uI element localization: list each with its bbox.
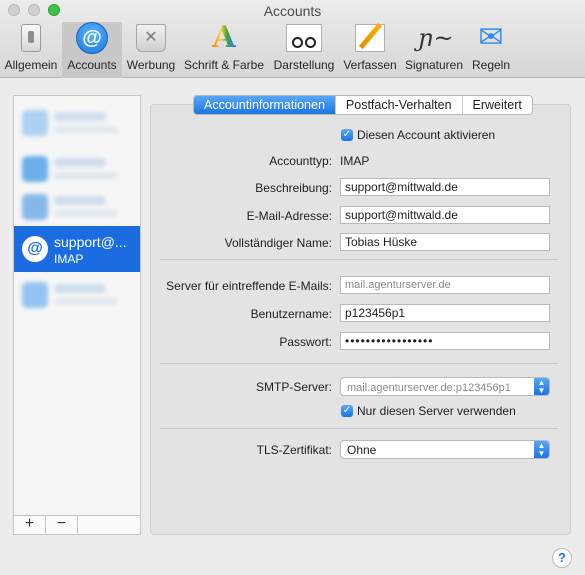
tls-certificate-label: TLS-Zertifikat: [256,443,332,457]
pencil-icon [355,24,385,52]
account-item-blurred[interactable] [14,100,140,146]
tab-bar: Accountinformationen Postfach-Verhalten … [193,95,533,115]
account-item-blurred[interactable] [14,272,140,318]
fullname-field[interactable]: Tobias Hüske [340,233,550,251]
toolbar-item-verfassen[interactable]: Verfassen [341,22,399,78]
toolbar-label-accounts: Accounts [67,58,117,72]
tab-accountinformationen[interactable]: Accountinformationen [194,96,336,114]
fullname-label: Vollständiger Name: [224,236,332,250]
toolbar-item-schrift-farbe[interactable]: A Schrift & Farbe [182,22,266,78]
toolbar-item-werbung[interactable]: ✕ Werbung [124,22,178,78]
password-field[interactable]: ••••••••••••••••• [340,332,550,350]
account-item-selected[interactable]: @ support@... IMAP [14,226,140,272]
chevron-updown-icon: ▲ ▼ [534,441,549,458]
add-account-button[interactable]: + [14,516,46,534]
toolbar-label-schrift-farbe: Schrift & Farbe [183,58,265,72]
only-this-server-checkbox[interactable]: ✓ [341,405,353,417]
account-list: @ support@... IMAP [13,95,141,535]
smtp-server-popup[interactable]: mail.agenturserver.de:p123456p1 ▲ ▼ [340,377,550,396]
cloud-account-icon [22,110,48,136]
general-switch-icon [21,24,41,52]
accounttype-label: Accounttyp: [269,154,332,168]
glasses-icon [286,24,322,52]
account-name: support@... [54,234,127,250]
username-field[interactable]: p123456p1 [340,304,550,322]
junk-trash-icon: ✕ [136,24,166,52]
tls-certificate-popup[interactable]: Ohne ▲ ▼ [340,440,550,459]
rules-arrows-icon: ✉ [478,21,504,54]
account-list-footer: + − [13,515,141,535]
toolbar: Accounts Allgemein @ Accounts ✕ Werbung … [0,0,585,78]
tls-certificate-value: Ohne [347,443,377,457]
only-this-server-label: Nur diesen Server verwenden [357,404,516,418]
separator [160,363,558,364]
username-label: Benutzername: [250,307,332,321]
toolbar-label-allgemein: Allgemein [4,58,58,72]
description-label: Beschreibung: [255,181,332,195]
incoming-server-field[interactable]: mail.agenturserver.de [340,276,550,294]
toolbar-label-regeln: Regeln [471,58,511,72]
description-field[interactable]: support@mittwald.de [340,178,550,196]
toolbar-item-regeln[interactable]: ✉ Regeln [469,22,513,78]
toolbar-item-darstellung[interactable]: Darstellung [271,22,337,78]
window-title: Accounts [263,3,322,19]
tab-postfach-verhalten[interactable]: Postfach-Verhalten [336,96,463,114]
smtp-server-label: SMTP-Server: [255,380,332,394]
account-item-blurred[interactable] [14,184,140,230]
separator [160,259,558,260]
password-label: Passwort: [279,335,332,349]
toolbar-item-allgemein[interactable]: Allgemein [3,22,59,78]
toolbar-label-darstellung: Darstellung [273,58,335,72]
mail-account-icon [22,156,48,182]
remove-account-button[interactable]: − [46,516,78,534]
toolbar-label-verfassen: Verfassen [343,58,397,72]
help-button[interactable]: ? [552,548,572,568]
email-label: E-Mail-Adresse: [246,209,332,223]
toolbar-item-accounts[interactable]: @ Accounts [62,22,122,78]
at-sign-icon: @ [76,22,108,54]
toolbar-item-signaturen[interactable]: ɲ~ Signaturen [403,22,465,78]
account-type: IMAP [54,252,84,266]
chevron-updown-icon: ▲ ▼ [534,378,549,395]
separator [160,428,558,429]
tab-erweitert[interactable]: Erweitert [463,96,532,114]
incoming-server-label: Server für eintreffende E-Mails: [166,279,332,293]
mail-account-icon [22,194,48,220]
toolbar-label-werbung: Werbung [126,58,176,72]
signature-icon: ɲ~ [418,24,454,52]
email-field[interactable]: support@mittwald.de [340,206,550,224]
smtp-server-value: mail.agenturserver.de:p123456p1 [347,382,511,394]
toolbar-label-signaturen: Signaturen [404,58,464,72]
font-color-icon: A [208,22,240,54]
at-sign-icon: @ [22,236,48,262]
enable-account-label: Diesen Account aktivieren [357,128,496,142]
enable-account-checkbox[interactable]: ✓ [341,129,353,141]
mail-account-icon [22,282,48,308]
accounttype-value: IMAP [340,154,370,168]
